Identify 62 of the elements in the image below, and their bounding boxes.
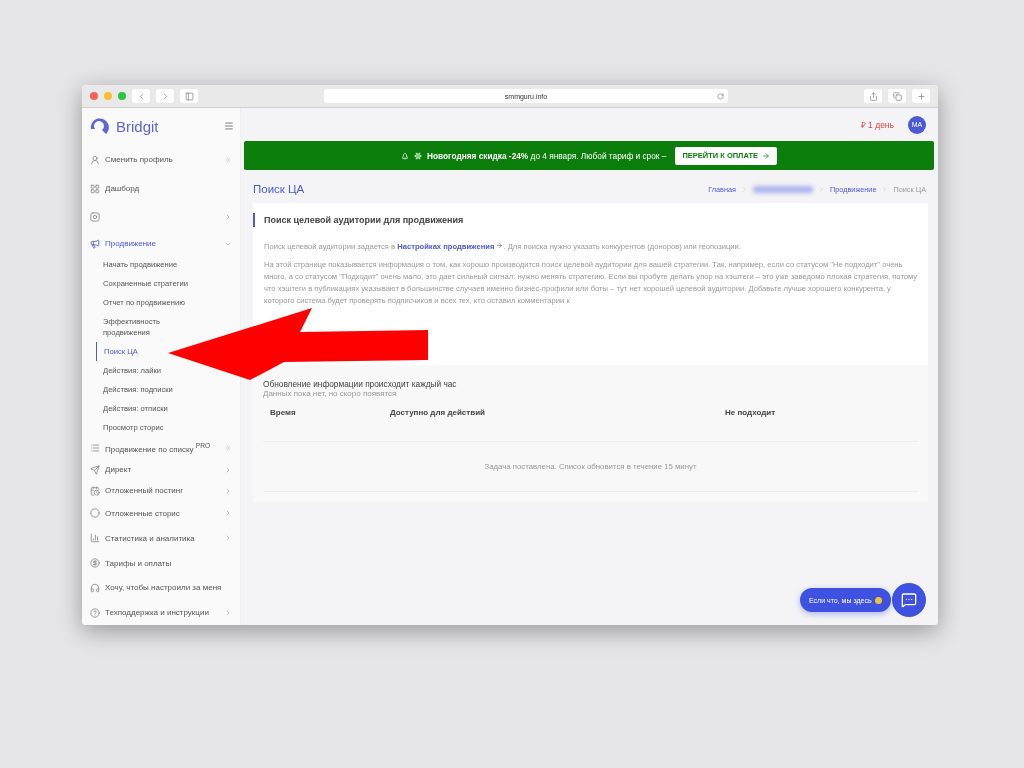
chevron-icon	[224, 608, 232, 617]
share-icon	[868, 91, 878, 101]
tabs-icon	[892, 91, 902, 101]
menu-item-icon	[90, 558, 100, 568]
menu-item-icon	[90, 443, 100, 453]
menu-item-icon	[90, 183, 100, 194]
chevron-icon	[224, 444, 232, 452]
minimize-light[interactable]	[104, 92, 112, 100]
menu-item-icon	[90, 464, 100, 475]
share-button[interactable]	[864, 89, 882, 103]
card-title: Поиск целевой аудитории для продвижения	[253, 213, 918, 227]
sidebar-item[interactable]: Продвижение	[82, 232, 240, 255]
sidebar-icon	[184, 91, 194, 101]
brand-name: Bridgit	[116, 117, 159, 135]
sidebar-item[interactable]: Хочу, чтобы настроили за меня	[82, 575, 240, 600]
chevron-icon	[224, 486, 232, 495]
back-button[interactable]	[132, 89, 150, 103]
page-title: Поиск ЦА	[253, 183, 305, 195]
results-subtitle: Данных пока нет, но скоро появятся	[263, 389, 398, 398]
menu-item-icon	[90, 154, 100, 165]
promo-text: Новогодняя скидка -24% до 4 января. Любой тариф и срок –	[426, 150, 667, 161]
sidebar-item[interactable]: Продвижение по списку $^{PRO}$	[82, 437, 240, 459]
results-title: Обновление информации происходит каждый час	[263, 379, 458, 389]
menu-item-icon	[90, 212, 100, 222]
menu-item-icon	[90, 485, 100, 496]
sidebar-item[interactable]: Дашборд	[82, 175, 240, 202]
sidebar-item[interactable]: Директ	[82, 459, 240, 480]
blurred-breadcrumb	[752, 185, 813, 193]
menu-item-icon	[90, 238, 100, 249]
column-header: Доступно для действий	[390, 408, 486, 417]
new-tab-button[interactable]	[912, 89, 930, 103]
chevron-icon	[224, 465, 232, 474]
zoom-light[interactable]	[118, 92, 126, 100]
menu-item-icon	[90, 508, 100, 518]
tabs-button[interactable]	[888, 89, 906, 103]
chevron-icon	[224, 509, 232, 517]
close-light[interactable]	[90, 92, 98, 100]
chevron-icon	[224, 213, 232, 221]
chevron-icon	[224, 155, 232, 164]
arrow-icon	[762, 151, 770, 160]
forward-button[interactable]	[156, 89, 174, 103]
sidebar-item[interactable]: Техподдержка и инструкции	[82, 600, 240, 625]
sidebar-item[interactable]: Отложенный постинг	[82, 480, 240, 501]
arrow-icon	[496, 242, 504, 249]
chat-icon	[901, 592, 917, 608]
menu-item-icon	[90, 582, 100, 593]
menu-item-icon	[90, 533, 100, 543]
snowflake-icon	[413, 151, 422, 160]
sidebar-item[interactable]: Отложенные сторис	[82, 501, 240, 525]
sidebar-item[interactable]: Статистика и аналитика	[82, 525, 240, 551]
menu-item-icon	[90, 607, 100, 618]
column-header: Не подходит	[725, 408, 777, 417]
menu-icon[interactable]	[224, 121, 234, 131]
plus-icon	[916, 91, 926, 101]
sidebar-button[interactable]	[180, 89, 198, 103]
smiley-icon	[874, 596, 882, 604]
column-header: Время	[270, 408, 297, 417]
balance-text[interactable]: ₽ 1 день	[860, 119, 894, 130]
sidebar-item[interactable]: Сменить профиль	[82, 144, 240, 175]
chevron-icon	[224, 534, 232, 542]
reload-icon[interactable]	[717, 92, 724, 100]
sidebar-item[interactable]: Тарифы и оплаты	[82, 551, 240, 575]
